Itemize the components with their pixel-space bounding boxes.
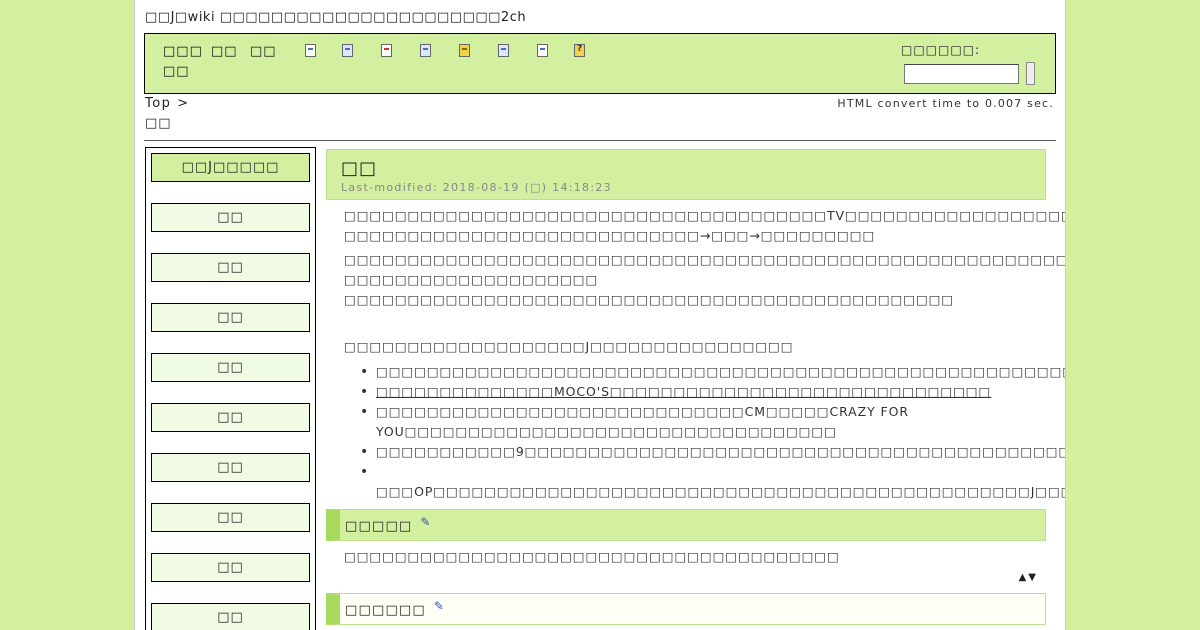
new-page-icon[interactable]	[305, 44, 316, 57]
nav-link-3[interactable]: □□	[250, 44, 277, 59]
list-item: □□□□□□□□□□□9□□□□□□□□□□□□□□□□□□□□□□□□□□□□…	[344, 442, 1065, 462]
convert-time: HTML convert time to 0.007 sec.	[837, 97, 1054, 110]
site-title: □□J□wiki □□□□□□□□□□□□□□□□□□□□□□2ch	[145, 10, 527, 25]
sidebar-menu: □□J□□□□□ □□ □□ □□ □□ □□ □□ □□ □□ □□	[145, 147, 316, 630]
search-label: □□□□□□:	[901, 43, 981, 57]
list-item-continuation: □□□OP□□□□□□□□□□□□□□□□□□□□□□□□□□□□□□□□□□□…	[344, 462, 1065, 502]
section-heading-2: □□□□□□ ✎	[326, 593, 1046, 625]
list-item: □□□□□□□□□□□□□□□□□□□□□□□□□□□□□CM□□□□□CRAZ…	[344, 402, 1034, 442]
breadcrumb-separator: >	[171, 96, 190, 111]
edit-icon[interactable]: ✎	[420, 506, 431, 538]
paragraph-3: □□□□□□□□□□□□□□□□□□□J□□□□□□□□□□□□□□□□	[344, 339, 794, 354]
title-box: □□ Last-modified: 2018-08-19 (□) 14:18:2…	[326, 149, 1046, 200]
sidebar-item[interactable]: □□	[151, 553, 310, 582]
text-line: □□□□□□□□□□□□□□□□□□□□□□□□□□□□□□□□□□□□□□□□…	[344, 292, 955, 307]
section-title: □□□□□	[345, 519, 413, 534]
help-icon[interactable]	[574, 44, 585, 57]
paragraph-2: □□□□□□□□□□□□□□□□□□□□□□□□□□□□□□□□□□□□□□□□…	[344, 250, 1066, 310]
sidebar-item[interactable]: □□	[151, 453, 310, 482]
sidebar-item[interactable]: □□	[151, 303, 310, 332]
section-heading-1: □□□□□ ✎	[326, 509, 1046, 541]
sidebar-item[interactable]: □□	[151, 253, 310, 282]
lock-page-icon[interactable]	[459, 44, 470, 57]
sidebar-item[interactable]: □□	[151, 603, 310, 630]
paragraph-1: □□□□□□□□□□□□□□□□□□□□□□□□□□□□□□□□□□□□□□TV…	[344, 206, 1066, 246]
last-modified: Last-modified: 2018-08-19 (□) 14:18:23	[341, 181, 612, 194]
breadcrumb: Top >	[145, 96, 189, 111]
nav-link-4[interactable]: □□	[163, 64, 190, 79]
nav-link-1[interactable]: □□□	[163, 44, 203, 59]
divider	[144, 140, 1056, 141]
page-subtitle: □□	[145, 116, 172, 131]
page-title: □□	[341, 158, 378, 179]
edit-icon[interactable]: ✎	[434, 590, 445, 622]
sidebar-item[interactable]: □□	[151, 503, 310, 532]
text-line: □□□□□□□□□□□□□□□□□□□□□□□□□□□□→□□□→□□□□□□□…	[344, 228, 876, 243]
delete-page-icon[interactable]	[381, 44, 392, 57]
sidebar-item[interactable]: □□	[151, 353, 310, 382]
nav-link-2[interactable]: □□	[211, 44, 238, 59]
search-input[interactable]	[904, 64, 1019, 84]
text-line: □□□□□□□□□□□□□□□□□□□□	[344, 272, 599, 287]
list-item: □□□□□□□□□□□□□□□□□□□□□□□□□□□□□□□□□□□□□□□□…	[344, 362, 1065, 382]
main-content: □□ Last-modified: 2018-08-19 (□) 14:18:2…	[326, 149, 1066, 630]
page-container: □□J□wiki □□□□□□□□□□□□□□□□□□□□□□2ch □□□ □…	[134, 0, 1066, 630]
sidebar-item-home[interactable]: □□J□□□□□	[151, 153, 310, 182]
breadcrumb-top-link[interactable]: Top	[145, 96, 171, 111]
sidebar-item[interactable]: □□	[151, 403, 310, 432]
bullet-list: □□□□□□□□□□□□□□□□□□□□□□□□□□□□□□□□□□□□□□□□…	[344, 362, 1065, 502]
text-line: □□□□□□□□□□□□□□□□□□□□□□□□□□□□□□□□□□□□□□TV…	[344, 208, 1066, 223]
section-1-body: □□□□□□□□□□□□□□□□□□□□□□□□□□□□□□□□□□□□□□□	[344, 549, 840, 564]
list-page-icon[interactable]	[537, 44, 548, 57]
edit-page-icon[interactable]	[342, 44, 353, 57]
list-item[interactable]: □□□□□□□□□□□□□□MOCO'S□□□□□□□□□□□□□□□□□□□□…	[344, 382, 1034, 402]
search-button[interactable]	[1026, 62, 1035, 85]
text-line: □□□□□□□□□□□□□□□□□□□□□□□□□□□□□□□□□□□□□□□□…	[344, 252, 1066, 267]
copy-page-icon[interactable]	[498, 44, 509, 57]
navigation-bar: □□□ □□ □□ □□ □□□□□□:	[144, 33, 1056, 94]
section-title: □□□□□□	[345, 603, 426, 618]
scroll-arrows-icon[interactable]: ▲▼	[1019, 572, 1038, 583]
sidebar-item[interactable]: □□	[151, 203, 310, 232]
save-page-icon[interactable]	[420, 44, 431, 57]
